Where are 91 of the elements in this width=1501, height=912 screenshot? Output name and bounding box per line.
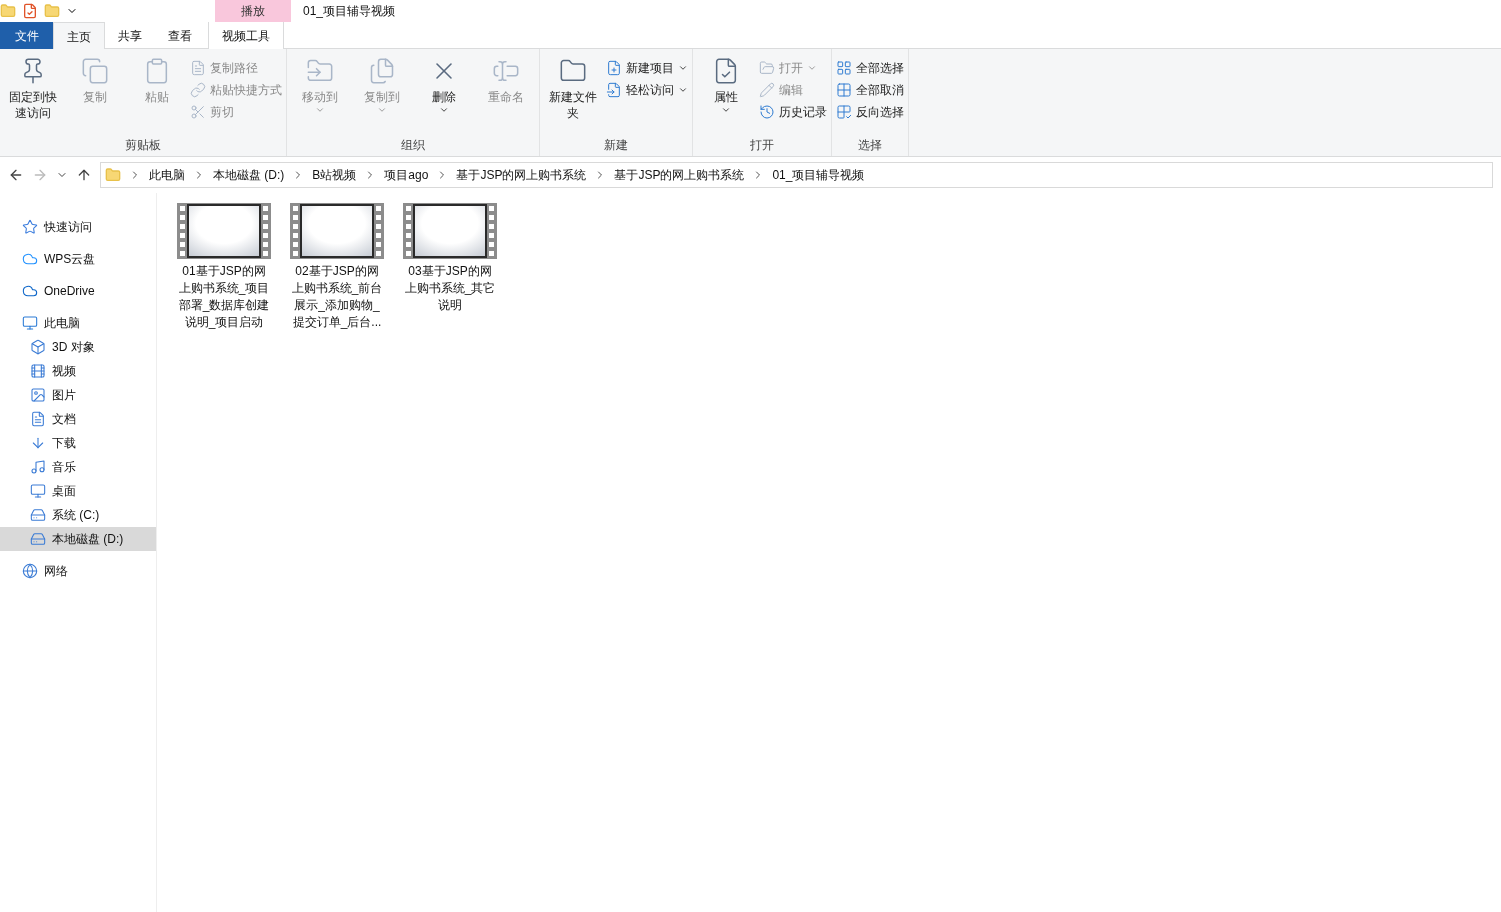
nav-icon (22, 563, 38, 579)
ribbon-button[interactable]: 历史记录 (759, 101, 827, 123)
ribbon-icon (759, 104, 775, 120)
ribbon-icon (81, 57, 109, 85)
up-icon[interactable] (76, 167, 92, 183)
ribbon-icon (836, 82, 852, 98)
ribbon-button[interactable]: 全部选择 (836, 57, 904, 79)
caret-icon (807, 63, 817, 73)
nav-icon (22, 315, 38, 331)
nav-item[interactable]: 此电脑 (0, 311, 156, 335)
nav-item[interactable]: 快速访问 (0, 215, 156, 239)
video-thumbnail-icon (177, 203, 271, 259)
breadcrumb[interactable]: 本地磁盘 (D:) (213, 166, 285, 184)
window-title: 01_项目辅导视频 (303, 3, 396, 20)
ribbon-button[interactable]: 新建文件夹 (544, 53, 602, 134)
file-name: 02基于JSP的网上购书系统_前台展示_添加购物_提交订单_后台... (290, 263, 384, 331)
ribbon-icon (190, 60, 206, 76)
ribbon-icon (368, 57, 396, 85)
nav-item[interactable]: 桌面 (0, 479, 156, 503)
properties-icon[interactable] (22, 3, 38, 19)
nav-icon (22, 251, 38, 267)
ribbon-icon (759, 60, 775, 76)
nav-icon (30, 339, 46, 355)
breadcrumb[interactable]: B站视频 (312, 166, 357, 184)
nav-item[interactable]: 3D 对象 (0, 335, 156, 359)
ribbon-button[interactable]: 属性 (697, 53, 755, 134)
nav-icon (30, 363, 46, 379)
breadcrumb[interactable]: 基于JSP的网上购书系统 (456, 166, 587, 184)
group-label: 选择 (857, 137, 883, 154)
nav-icon (30, 435, 46, 451)
group-label: 打开 (749, 137, 775, 154)
ribbon-tab[interactable]: 共享 (105, 22, 155, 49)
caret-icon (678, 85, 688, 95)
caret-icon (678, 63, 688, 73)
folder-icon (105, 167, 121, 183)
ribbon-icon (759, 82, 775, 98)
nav-icon (30, 507, 46, 523)
ribbon-tab[interactable]: 查看 (155, 22, 205, 49)
nav-item[interactable]: WPS云盘 (0, 247, 156, 271)
caret-icon (315, 105, 325, 115)
breadcrumb[interactable]: 基于JSP的网上购书系统 (614, 166, 745, 184)
nav-icon (30, 411, 46, 427)
ribbon-button[interactable]: 反向选择 (836, 101, 904, 123)
file-item[interactable]: 01基于JSP的网上购书系统_项目部署_数据库创建说明_项目启动 (177, 203, 271, 331)
ribbon-button[interactable]: 新建项目 (606, 57, 688, 79)
caret-icon (439, 105, 449, 115)
ribbon-tab[interactable]: 视频工具 (208, 22, 284, 49)
nav-item[interactable]: 图片 (0, 383, 156, 407)
group-label: 组织 (400, 137, 426, 154)
ribbon-button[interactable]: 全部取消 (836, 79, 904, 101)
video-thumbnail-icon (403, 203, 497, 259)
nav-item[interactable]: 本地磁盘 (D:) (0, 527, 156, 551)
ribbon-icon (606, 82, 622, 98)
nav-icon (30, 387, 46, 403)
nav-icon (30, 459, 46, 475)
ribbon-icon (836, 60, 852, 76)
context-tab-header: 播放 (215, 0, 291, 22)
nav-item[interactable]: 文档 (0, 407, 156, 431)
file-name: 01基于JSP的网上购书系统_项目部署_数据库创建说明_项目启动 (177, 263, 271, 331)
nav-item[interactable]: 下载 (0, 431, 156, 455)
breadcrumb[interactable]: 项目ago (384, 166, 429, 184)
ribbon-button[interactable]: 轻松访问 (606, 79, 688, 101)
caret-icon (377, 105, 387, 115)
breadcrumb[interactable]: 01_项目辅导视频 (772, 166, 865, 184)
file-name: 03基于JSP的网上购书系统_其它说明 (403, 263, 497, 314)
ribbon-tab[interactable]: 主页 (53, 22, 105, 50)
caret-icon (721, 105, 731, 115)
ribbon-tab[interactable]: 文件 (0, 22, 53, 49)
nav-icon (30, 483, 46, 499)
ribbon-icon (836, 104, 852, 120)
nav-item[interactable]: 系统 (C:) (0, 503, 156, 527)
nav-item[interactable]: OneDrive (0, 279, 156, 303)
nav-icon (22, 283, 38, 299)
file-item[interactable]: 03基于JSP的网上购书系统_其它说明 (403, 203, 497, 314)
ribbon-button[interactable]: 删除 (415, 53, 473, 134)
ribbon-icon (606, 60, 622, 76)
nav-item[interactable]: 视频 (0, 359, 156, 383)
back-icon[interactable] (8, 167, 24, 183)
ribbon-button[interactable]: 固定到快速访问 (4, 53, 62, 134)
group-label: 新建 (603, 137, 629, 154)
breadcrumb[interactable]: 此电脑 (149, 166, 185, 184)
ribbon-icon (190, 104, 206, 120)
group-label: 剪贴板 (124, 137, 162, 154)
video-thumbnail-icon (290, 203, 384, 259)
nav-item[interactable]: 音乐 (0, 455, 156, 479)
ribbon-icon (190, 82, 206, 98)
nav-item[interactable]: 网络 (0, 559, 156, 583)
nav-icon (22, 219, 38, 235)
address-bar[interactable]: 此电脑 本地磁盘 (D:) B站视频 项目ago 基于JSP的网上购书系统 基于JSP的网上购书系统 01_项目辅导视频 (100, 162, 1493, 188)
file-item[interactable]: 02基于JSP的网上购书系统_前台展示_添加购物_提交订单_后台... (290, 203, 384, 331)
nav-icon (30, 531, 46, 547)
